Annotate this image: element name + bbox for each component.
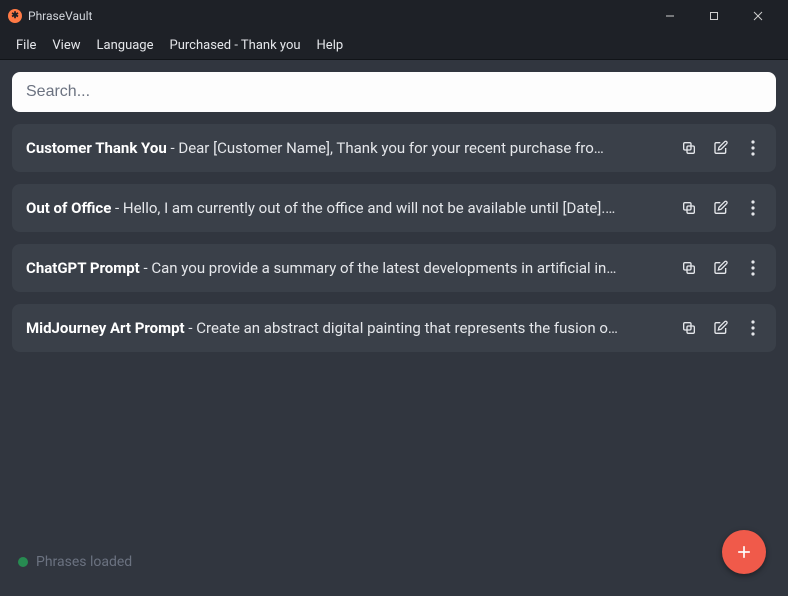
- maximize-button[interactable]: [692, 0, 736, 32]
- search-input[interactable]: [12, 72, 776, 112]
- phrase-text: MidJourney Art Prompt - Create an abstra…: [26, 319, 670, 337]
- status-dot-icon: [18, 557, 28, 567]
- list-item[interactable]: MidJourney Art Prompt - Create an abstra…: [12, 304, 776, 352]
- add-phrase-button[interactable]: [722, 530, 766, 574]
- phrase-title: ChatGPT Prompt: [26, 259, 140, 277]
- phrase-list: Customer Thank You - Dear [Customer Name…: [12, 124, 776, 352]
- edit-icon[interactable]: [712, 319, 730, 337]
- window-controls: [648, 0, 780, 32]
- plus-icon: [734, 542, 754, 562]
- phrase-body: Create an abstract digital painting that…: [196, 319, 618, 337]
- list-item[interactable]: ChatGPT Prompt - Can you provide a summa…: [12, 244, 776, 292]
- titlebar-left: ✱ PhraseVault: [8, 9, 92, 23]
- item-actions: [680, 259, 762, 277]
- copy-icon[interactable]: [680, 259, 698, 277]
- more-icon[interactable]: [744, 319, 762, 337]
- copy-icon[interactable]: [680, 139, 698, 157]
- more-icon[interactable]: [744, 199, 762, 217]
- menu-purchased[interactable]: Purchased - Thank you: [162, 36, 309, 55]
- phrase-text: Out of Office - Hello, I am currently ou…: [26, 199, 670, 217]
- menu-help[interactable]: Help: [309, 36, 352, 55]
- phrase-body: Hello, I am currently out of the office …: [123, 199, 615, 217]
- item-actions: [680, 319, 762, 337]
- app-icon: ✱: [8, 9, 22, 23]
- phrase-text: ChatGPT Prompt - Can you provide a summa…: [26, 259, 670, 277]
- phrase-title: MidJourney Art Prompt: [26, 319, 185, 337]
- menubar: File View Language Purchased - Thank you…: [0, 32, 788, 60]
- phrase-title: Out of Office: [26, 199, 111, 217]
- statusbar: Phrases loaded: [18, 554, 132, 570]
- edit-icon[interactable]: [712, 199, 730, 217]
- more-icon[interactable]: [744, 139, 762, 157]
- phrase-text: Customer Thank You - Dear [Customer Name…: [26, 139, 670, 157]
- phrase-body: Can you provide a summary of the latest …: [151, 259, 616, 277]
- close-button[interactable]: [736, 0, 780, 32]
- menu-view[interactable]: View: [44, 36, 88, 55]
- list-item[interactable]: Customer Thank You - Dear [Customer Name…: [12, 124, 776, 172]
- content-area: Customer Thank You - Dear [Customer Name…: [0, 60, 788, 596]
- edit-icon[interactable]: [712, 259, 730, 277]
- edit-icon[interactable]: [712, 139, 730, 157]
- item-actions: [680, 199, 762, 217]
- copy-icon[interactable]: [680, 199, 698, 217]
- status-text: Phrases loaded: [36, 554, 132, 570]
- phrase-body: Dear [Customer Name], Thank you for your…: [178, 139, 603, 157]
- copy-icon[interactable]: [680, 319, 698, 337]
- phrase-title: Customer Thank You: [26, 139, 167, 157]
- item-actions: [680, 139, 762, 157]
- app-title: PhraseVault: [28, 9, 92, 23]
- list-item[interactable]: Out of Office - Hello, I am currently ou…: [12, 184, 776, 232]
- more-icon[interactable]: [744, 259, 762, 277]
- titlebar: ✱ PhraseVault: [0, 0, 788, 32]
- menu-language[interactable]: Language: [89, 36, 162, 55]
- menu-file[interactable]: File: [8, 36, 44, 55]
- minimize-button[interactable]: [648, 0, 692, 32]
